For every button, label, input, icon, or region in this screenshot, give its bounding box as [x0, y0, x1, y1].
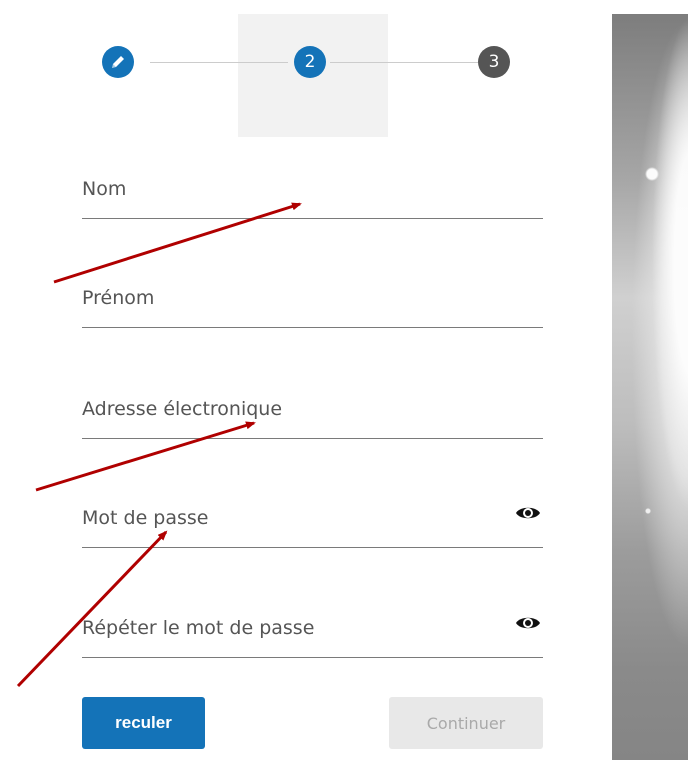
repeat-password-field[interactable]: Répéter le mot de passe — [82, 597, 543, 658]
password-placeholder: Mot de passe — [82, 507, 209, 529]
back-button[interactable]: reculer — [82, 697, 205, 749]
step-2-active[interactable]: 2 — [294, 46, 326, 78]
eye-icon[interactable] — [515, 613, 541, 633]
step-connector — [330, 62, 478, 63]
password-field[interactable]: Mot de passe — [82, 487, 543, 548]
email-field[interactable]: Adresse électronique — [82, 378, 543, 439]
step-number: 2 — [304, 51, 316, 72]
stepper: 2 3 — [0, 0, 612, 140]
step-number: 3 — [488, 51, 500, 72]
continue-button[interactable]: Continuer — [389, 697, 543, 749]
last-name-field[interactable]: Nom — [82, 158, 543, 219]
signup-page: 2 3 Nom Prénom Adresse électronique Mot … — [0, 0, 688, 760]
eye-icon[interactable] — [515, 503, 541, 523]
step-3-pending[interactable]: 3 — [478, 46, 510, 78]
last-name-placeholder: Nom — [82, 178, 127, 200]
pencil-icon — [112, 56, 124, 68]
first-name-placeholder: Prénom — [82, 287, 155, 309]
decorative-bokeh-image — [612, 14, 688, 760]
step-connector — [150, 62, 288, 63]
repeat-password-placeholder: Répéter le mot de passe — [82, 617, 315, 639]
step-1-completed[interactable] — [102, 46, 134, 78]
email-placeholder: Adresse électronique — [82, 398, 283, 420]
first-name-field[interactable]: Prénom — [82, 267, 543, 328]
